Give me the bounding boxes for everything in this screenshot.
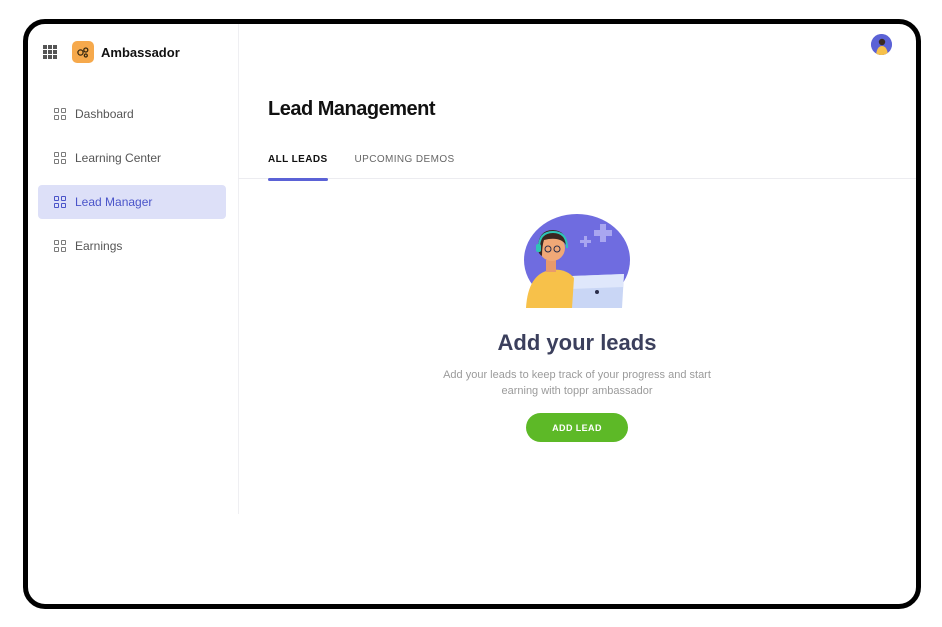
brand-logo <box>72 41 94 63</box>
brand-logo-icon <box>77 47 89 58</box>
grid-icon <box>54 152 66 164</box>
app-window: Ambassador Dashboard Learning Center Lea… <box>23 19 921 609</box>
grid-icon <box>54 108 66 120</box>
support-agent-illustration <box>524 214 630 308</box>
sidebar-item-earnings[interactable]: Earnings <box>38 229 226 263</box>
brand-name: Ambassador <box>101 44 180 60</box>
app-grid-icon[interactable] <box>43 45 57 59</box>
user-avatar[interactable] <box>871 34 892 55</box>
empty-state-title: Add your leads <box>497 330 657 355</box>
sidebar-item-learning-center[interactable]: Learning Center <box>38 141 226 175</box>
sidebar-nav: Dashboard Learning Center Lead Manager E… <box>38 97 226 273</box>
page-title: Lead Management <box>268 98 435 120</box>
sidebar-item-label: Learning Center <box>75 151 162 165</box>
sidebar-item-lead-manager[interactable]: Lead Manager <box>38 185 226 219</box>
grid-icon <box>54 240 66 252</box>
empty-state-description: Add your leads to keep track of your pro… <box>443 369 711 397</box>
sidebar-item-dashboard[interactable]: Dashboard <box>38 97 226 131</box>
sidebar-item-label: Dashboard <box>75 107 134 121</box>
empty-state: Add your leads Add your leads to keep tr… <box>238 212 916 442</box>
user-avatar-icon <box>871 34 892 55</box>
sidebar-item-label: Earnings <box>75 239 123 253</box>
sidebar-header: Ambassador <box>43 40 180 64</box>
grid-icon <box>54 196 66 208</box>
sidebar: Ambassador Dashboard Learning Center Lea… <box>28 24 239 514</box>
sidebar-item-label: Lead Manager <box>75 195 153 209</box>
tab-upcoming-demos[interactable]: UPCOMING DEMOS <box>355 154 455 180</box>
add-lead-button[interactable]: ADD LEAD <box>526 413 628 442</box>
tab-all-leads[interactable]: ALL LEADS <box>268 154 328 181</box>
main-content: Lead Management ALL LEADS UPCOMING DEMOS <box>238 24 916 514</box>
tab-bar: ALL LEADS UPCOMING DEMOS <box>268 154 916 181</box>
